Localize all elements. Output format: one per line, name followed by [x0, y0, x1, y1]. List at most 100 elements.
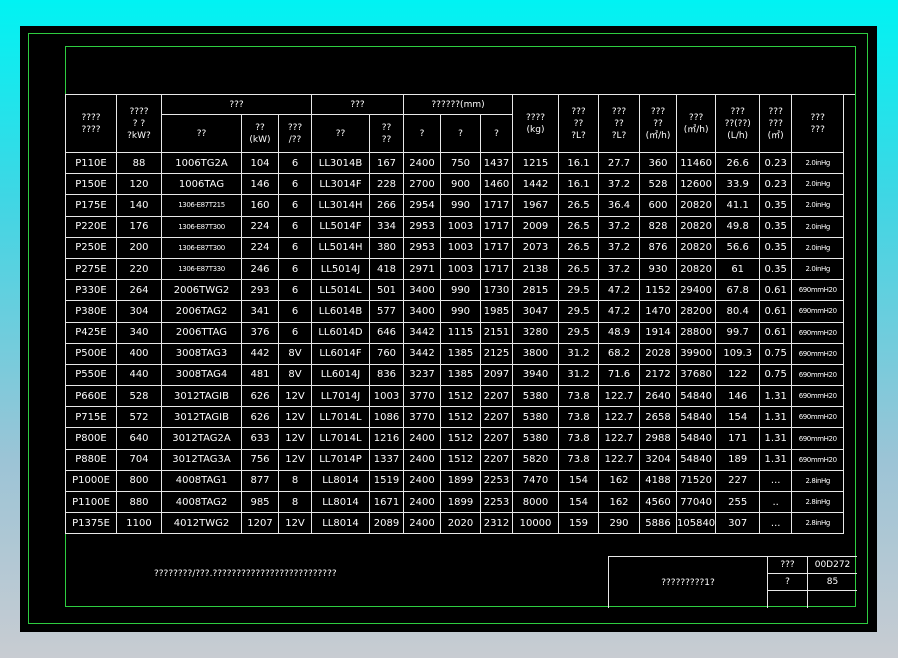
table-cell: 704 [116, 448, 162, 471]
header-weight: ???? (kg) [512, 94, 559, 153]
table-cell: 162 [598, 469, 640, 493]
table-cell: 990 [440, 279, 481, 302]
drawing-canvas: ???? ???? ???? ? ? ?kW? ??? ??? ??????(m… [20, 26, 877, 632]
table-cell: 2207 [480, 448, 513, 471]
table-cell: 37.2 [598, 215, 640, 238]
table-cell: 1385 [440, 342, 481, 365]
table-cell: 400 [116, 342, 162, 365]
table-cell: 54840 [675, 406, 717, 429]
table-cell: 528 [116, 385, 162, 408]
table-cell: 12V [278, 406, 312, 429]
table-cell: 293 [241, 279, 279, 302]
table-cell: 5380 [512, 385, 559, 408]
table-cell: 246 [241, 257, 279, 281]
table-cell: 1512 [440, 448, 481, 471]
table-cell: 3008TAG3 [161, 342, 242, 365]
table-cell: 39900 [675, 342, 717, 365]
table-cell: 828 [639, 215, 677, 238]
table-cell: 633 [241, 427, 279, 450]
table-cell: 26.5 [558, 194, 599, 217]
table-cell: 3770 [403, 385, 441, 408]
table-cell: 2953 [403, 236, 441, 259]
table-cell: LL8014 [311, 469, 370, 493]
table-cell: 4560 [639, 490, 677, 514]
table-cell: 3012TAGIB [161, 385, 242, 408]
table-cell: 3204 [639, 448, 677, 471]
table-cell: 2400 [403, 469, 441, 493]
table-cell: 1512 [440, 427, 481, 450]
table-cell: 1899 [440, 469, 481, 493]
footnote: ????????/???.?????????????????????????? [154, 569, 337, 579]
table-cell: LL5014L [311, 279, 370, 302]
table-cell: 48.9 [598, 321, 640, 344]
table-cell: 12V [278, 385, 312, 408]
table-cell: LL6014D [311, 321, 370, 344]
table-cell: 12V [278, 448, 312, 471]
table-cell: 33.9 [715, 173, 761, 196]
table-cell: 220 [116, 257, 162, 281]
table-cell: P380E [65, 300, 117, 323]
header-length: ? [403, 114, 441, 153]
table-cell: LL5014H [311, 236, 370, 259]
table-cell: LL5014F [311, 215, 370, 238]
table-cell: 154 [558, 490, 599, 514]
table-row: P1100E 880 4008TAG2 985 8 LL8014 1671 2400 1899 2… [65, 490, 845, 514]
table-cell: 2172 [639, 363, 677, 387]
table-cell: LL7014L [311, 406, 370, 429]
table-cell: 31.2 [558, 363, 599, 387]
header-air-1: ??? ?? (㎥/h) [639, 94, 677, 153]
table-cell: 2097 [480, 363, 513, 387]
table-cell: 171 [715, 427, 761, 450]
table-cell: 0.35 [759, 194, 793, 217]
table-cell: 88 [116, 151, 162, 175]
header-alternator-model: ?? [311, 114, 370, 153]
table-cell: 189 [715, 448, 761, 471]
table-cell: 2207 [480, 406, 513, 429]
table-cell: 2.8inHg [791, 512, 845, 535]
table-cell: 307 [715, 512, 761, 535]
table-cell: 6 [278, 279, 312, 302]
table-cell: 0.75 [759, 342, 793, 365]
table-row: P220E 176 1306-E87T300 224 6 LL5014F 334 2953 10… [65, 215, 845, 238]
table-cell: 1470 [639, 300, 677, 323]
table-cell: 2.0inHg [791, 194, 845, 217]
table-cell: 8V [278, 363, 312, 387]
table-cell: 47.2 [598, 300, 640, 323]
table-cell: 4008TAG2 [161, 490, 242, 514]
header-dimensions-group: ??????(mm) [403, 94, 513, 115]
table-cell: 11460 [675, 151, 717, 175]
table-cell: 1717 [480, 194, 513, 217]
table-cell: 266 [369, 194, 404, 217]
table-cell: 67.8 [715, 279, 761, 302]
table-cell: P715E [65, 406, 117, 429]
table-cell: P800E [65, 427, 117, 450]
table-cell: 2089 [369, 512, 404, 535]
table-cell: 6 [278, 300, 312, 323]
table-row: P425E 340 2006TTAG 376 6 LL6014D 646 3442 1115 21… [65, 321, 845, 344]
table-cell: 3800 [512, 342, 559, 365]
table-cell: 109.3 [715, 342, 761, 365]
table-cell: 3940 [512, 363, 559, 387]
table-cell: 690mmH20 [791, 363, 845, 387]
table-cell: 626 [241, 385, 279, 408]
table-cell: 3012TAG3A [161, 448, 242, 471]
table-cell: 56.6 [715, 236, 761, 259]
table-cell: 2.0inHg [791, 173, 845, 196]
table-cell: 2640 [639, 385, 677, 408]
table-cell: 341 [241, 300, 279, 323]
table-cell: 8 [278, 490, 312, 514]
table-cell: LL6014J [311, 363, 370, 387]
spec-table: ???? ???? ???? ? ? ?kW? ??? ??? ??????(m… [65, 94, 845, 535]
table-cell: P250E [65, 236, 117, 259]
table-cell: 6 [278, 194, 312, 217]
table-cell: 2.8inHg [791, 469, 845, 493]
table-cell: 646 [369, 321, 404, 344]
table-cell: 0.61 [759, 321, 793, 344]
table-cell: 1967 [512, 194, 559, 217]
table-cell: 1.31 [759, 448, 793, 471]
table-cell: LL6014B [311, 300, 370, 323]
table-cell: 1385 [440, 363, 481, 387]
header-fuel-2: ??? ?? ?L? [598, 94, 640, 153]
table-cell: 20820 [675, 194, 717, 217]
table-cell: 1914 [639, 321, 677, 344]
